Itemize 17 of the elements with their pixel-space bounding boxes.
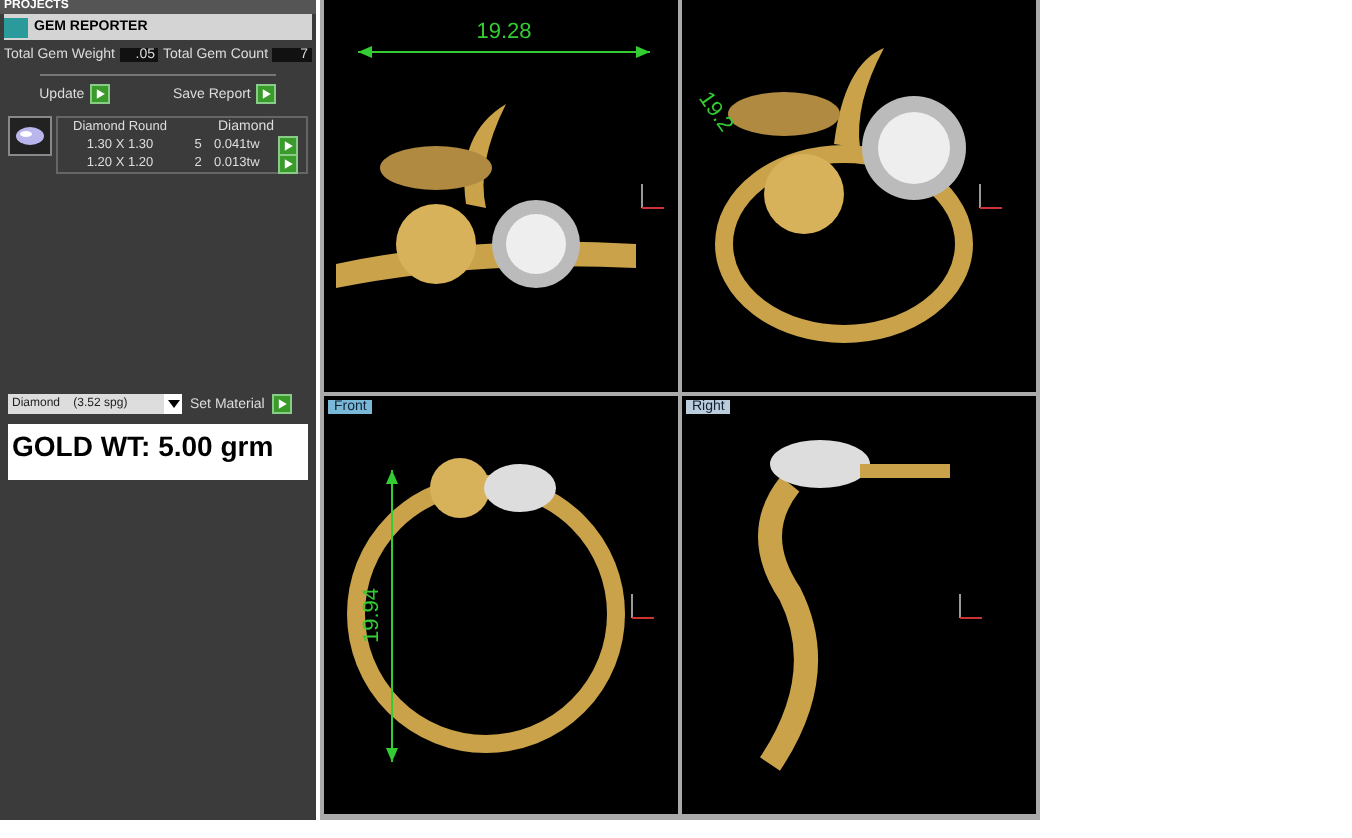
axis-icon <box>953 589 985 621</box>
axis-icon <box>973 180 1005 212</box>
dimension-value: 19.94 <box>360 588 384 644</box>
dimension-value: 19.28 <box>476 20 532 44</box>
play-button[interactable] <box>90 84 111 104</box>
gem-icon <box>8 116 52 156</box>
play-icon <box>92 84 109 104</box>
gem-reporter-icon <box>4 17 28 37</box>
axis-icon <box>625 589 657 621</box>
weight-note: GOLD WT: 5.00 grm <box>8 424 308 480</box>
caret-icon <box>165 396 181 412</box>
play-icon <box>274 394 291 414</box>
play-button[interactable] <box>278 135 298 155</box>
play-button[interactable] <box>256 84 277 104</box>
play-icon <box>258 84 275 104</box>
play-button[interactable] <box>272 394 293 414</box>
axis-icon <box>635 180 667 212</box>
